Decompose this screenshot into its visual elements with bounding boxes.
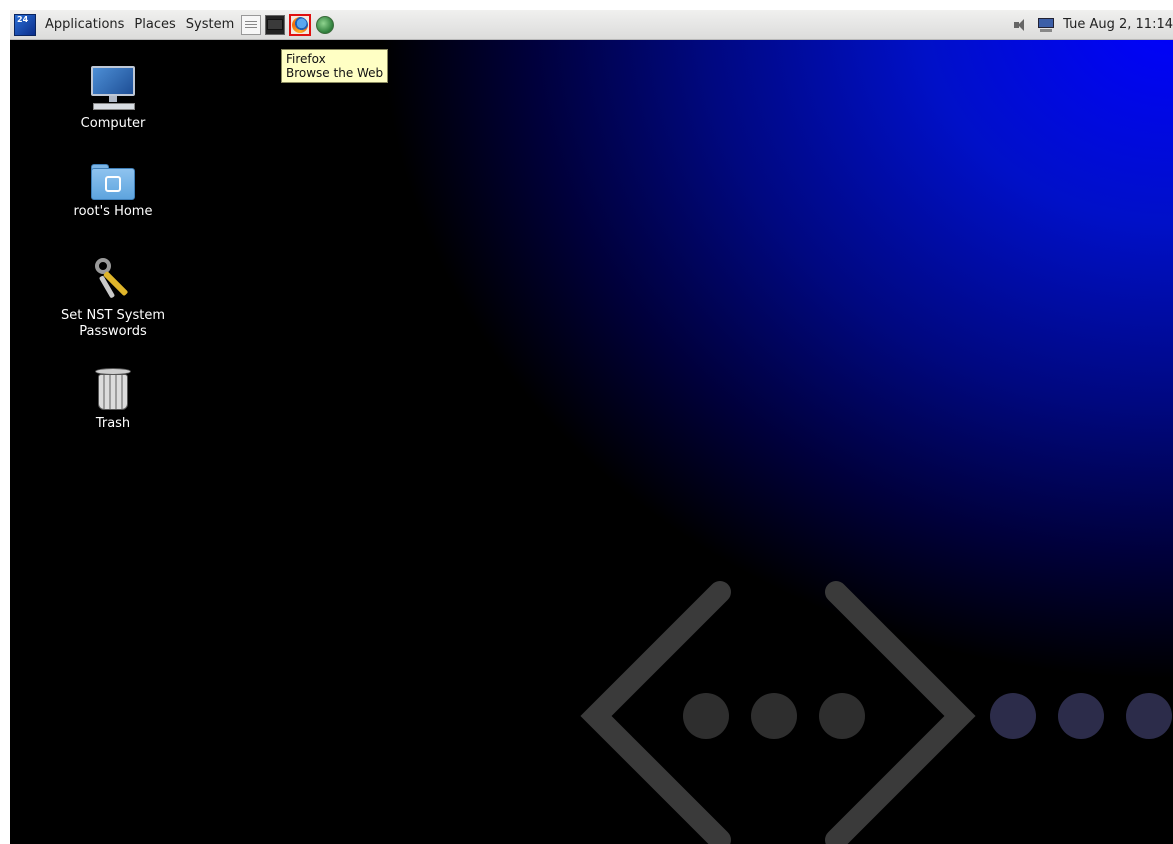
wallpaper-dot: [1126, 693, 1172, 739]
wallpaper-dot: [683, 693, 729, 739]
tooltip-subtitle: Browse the Web: [286, 66, 384, 80]
nst-logo-icon[interactable]: 24: [14, 13, 36, 36]
desktop-icon-home[interactable]: root's Home: [48, 164, 178, 220]
wallpaper-logo: [580, 581, 1172, 844]
menu-places[interactable]: Places: [129, 17, 180, 32]
desktop-icon-set-passwords[interactable]: Set NST System Passwords: [48, 254, 178, 340]
wallpaper-dot: [751, 693, 797, 739]
desktop-screen: 24 Applications Places System Tue Aug 2,…: [10, 10, 1173, 844]
menu-applications[interactable]: Applications: [40, 17, 129, 32]
terminal-icon[interactable]: [265, 14, 286, 35]
desktop-icon-label: root's Home: [73, 204, 153, 219]
home-folder-icon: [91, 164, 135, 200]
network-status-icon[interactable]: [1037, 17, 1055, 32]
computer-icon: [87, 66, 139, 112]
desktop-icon-label: Computer: [80, 116, 146, 131]
wallpaper-dot: [990, 693, 1036, 739]
clock[interactable]: Tue Aug 2, 11:14: [1063, 17, 1173, 32]
desktop-icon-trash[interactable]: Trash: [48, 368, 178, 432]
firefox-icon[interactable]: [289, 13, 312, 36]
wallpaper-right-chevron: [825, 581, 976, 844]
trash-icon: [95, 368, 131, 412]
menu-system[interactable]: System: [181, 17, 239, 32]
firefox-tooltip: Firefox Browse the Web: [281, 49, 389, 83]
wallpaper-dot: [819, 693, 865, 739]
wallpaper-dot: [1058, 693, 1104, 739]
keys-icon: [89, 254, 137, 304]
system-tray: Tue Aug 2, 11:14: [1013, 17, 1173, 32]
text-editor-icon[interactable]: [241, 14, 262, 35]
tooltip-title: Firefox: [286, 52, 326, 66]
desktop-icon-label: Trash: [95, 416, 131, 431]
volume-icon[interactable]: [1013, 18, 1027, 32]
top-panel: 24 Applications Places System Tue Aug 2,…: [10, 10, 1173, 40]
network-icon[interactable]: [315, 15, 335, 35]
desktop-icon-label-line1: Set NST System: [60, 308, 165, 323]
desktop-icon-computer[interactable]: Computer: [48, 66, 178, 132]
desktop-icon-label-line2: Passwords: [79, 324, 147, 339]
wallpaper-left-chevron: [580, 581, 731, 844]
